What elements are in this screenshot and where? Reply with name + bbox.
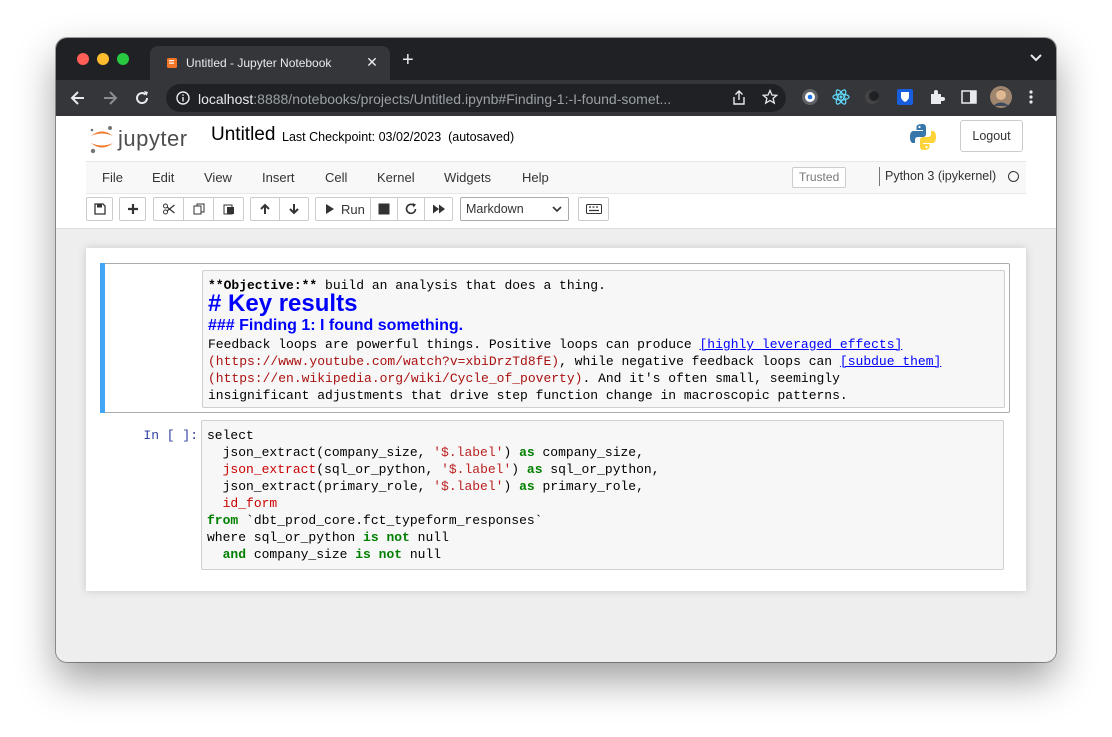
command-palette-button[interactable]: [578, 197, 609, 221]
run-icon: [326, 204, 334, 214]
tab-strip: Untitled - Jupyter Notebook ✕ +: [56, 38, 1056, 80]
browser-window: Untitled - Jupyter Notebook ✕ + localhos…: [56, 38, 1056, 662]
copy-button[interactable]: [183, 197, 214, 221]
extensions-puzzle-icon[interactable]: [928, 88, 946, 106]
cut-icon: [162, 203, 175, 215]
fast-forward-icon: [432, 204, 445, 214]
move-down-button[interactable]: [279, 197, 309, 221]
paste-button[interactable]: [213, 197, 244, 221]
jupyter-logo[interactable]: jupyter: [88, 122, 198, 156]
browser-menu-icon[interactable]: [1028, 88, 1034, 106]
paste-icon: [223, 204, 234, 215]
code-line: json_extract(company_size, '$.label') as…: [207, 445, 644, 460]
restart-icon: [405, 203, 417, 215]
bitwarden-icon[interactable]: [896, 88, 914, 106]
markdown-line-p3: (https://en.wikipedia.org/wiki/Cycle_of_…: [208, 371, 840, 386]
profile-avatar[interactable]: [990, 86, 1012, 108]
selected-cell-indicator: [100, 263, 105, 413]
menu-kernel[interactable]: Kernel: [377, 170, 415, 185]
run-label: Run: [341, 202, 365, 217]
markdown-heading-3: ### Finding 1: I found something.: [208, 317, 464, 334]
move-up-icon: [260, 203, 270, 214]
kernel-name[interactable]: Python 3 (ipykernel): [879, 167, 996, 186]
menu-help[interactable]: Help: [522, 170, 549, 185]
book-icon: [167, 58, 177, 68]
stop-icon: [378, 203, 390, 215]
cell-type-select[interactable]: Markdown: [460, 197, 569, 221]
notebook-name[interactable]: Untitled: [211, 124, 275, 146]
add-cell-icon: [127, 204, 138, 214]
url-text: localhost:8888/notebooks/projects/Untitl…: [198, 91, 672, 107]
code-line: id_form: [222, 496, 278, 511]
close-icon[interactable]: ✕: [364, 54, 380, 71]
zoom-window-button[interactable]: [117, 53, 129, 65]
menu-bar: File Edit View Insert Cell Kernel Widget…: [86, 161, 1026, 194]
menu-cell[interactable]: Cell: [325, 170, 347, 185]
react-devtools-icon[interactable]: [832, 88, 850, 106]
code-line: from `dbt_prod_core.fct_typeform_respons…: [207, 513, 543, 528]
share-icon[interactable]: [732, 90, 746, 106]
markdown-line-p4: insignificant adjustments that drive ste…: [208, 388, 848, 403]
checkpoint-status: Last Checkpoint: 03/02/2023 (autosaved): [282, 130, 515, 144]
jupyter-header: jupyter Untitled Last Checkpoint: 03/02/…: [56, 116, 1056, 229]
save-button[interactable]: [86, 197, 113, 221]
code-line: and company_size is not null: [222, 547, 442, 562]
logo-text: jupyter: [118, 126, 188, 151]
kernel-status-indicator: [1008, 171, 1019, 182]
move-down-icon: [289, 204, 299, 215]
minimize-window-button[interactable]: [97, 53, 109, 65]
run-button[interactable]: Run: [315, 197, 371, 221]
address-bar[interactable]: localhost:8888/notebooks/projects/Untitl…: [166, 84, 786, 112]
menu-insert[interactable]: Insert: [262, 170, 295, 185]
interrupt-button[interactable]: [370, 197, 398, 221]
star-icon[interactable]: [762, 89, 778, 105]
code-line: select: [207, 428, 254, 443]
code-cell-editor[interactable]: select json_extract(company_size, '$.lab…: [201, 420, 1004, 570]
code-line: json_extract(sql_or_python, '$.label') a…: [222, 462, 660, 477]
notebook-toolbar: Run Markdown: [86, 197, 1026, 225]
markdown-editor[interactable]: **Objective:** build an analysis that do…: [202, 270, 1005, 408]
move-up-button[interactable]: [250, 197, 280, 221]
markdown-cell[interactable]: **Objective:** build an analysis that do…: [100, 263, 1010, 413]
side-panel-icon[interactable]: [960, 88, 978, 106]
cut-button[interactable]: [153, 197, 184, 221]
menu-file[interactable]: File: [102, 170, 123, 185]
markdown-line-p1: Feedback loops are powerful things. Posi…: [208, 337, 903, 352]
password-extension-icon[interactable]: [801, 88, 819, 106]
reload-icon[interactable]: [132, 88, 152, 108]
restart-run-all-button[interactable]: [424, 197, 453, 221]
info-icon[interactable]: [176, 91, 190, 105]
logout-button[interactable]: Logout: [960, 120, 1023, 152]
menu-edit[interactable]: Edit: [152, 170, 174, 185]
markdown-link-1[interactable]: [highly leveraged effects]: [699, 337, 902, 352]
restart-button[interactable]: [397, 197, 425, 221]
notebook-page: **Objective:** build an analysis that do…: [86, 248, 1026, 591]
code-line: where sql_or_python is not null: [207, 530, 449, 545]
save-icon: [93, 203, 106, 215]
dark-reader-icon[interactable]: [863, 88, 881, 106]
browser-tab[interactable]: Untitled - Jupyter Notebook ✕: [150, 46, 390, 80]
plus-icon[interactable]: +: [402, 50, 414, 70]
copy-icon: [193, 203, 204, 215]
chevron-down-icon[interactable]: [1030, 53, 1042, 63]
chevron-down-icon: [552, 206, 562, 213]
notebook-area: **Objective:** build an analysis that do…: [56, 229, 1056, 662]
menu-view[interactable]: View: [204, 170, 232, 185]
keyboard-icon: [585, 204, 602, 214]
markdown-link-2[interactable]: [subdue them]: [840, 354, 941, 369]
back-arrow-icon[interactable]: [68, 88, 88, 108]
code-cell-prompt: In [ ]:: [143, 428, 198, 443]
browser-toolbar: localhost:8888/notebooks/projects/Untitl…: [56, 80, 1056, 116]
close-window-button[interactable]: [77, 53, 89, 65]
forward-arrow-icon[interactable]: [100, 88, 120, 108]
insert-cell-button[interactable]: [119, 197, 146, 221]
python-logo: [910, 124, 936, 150]
tab-title: Untitled - Jupyter Notebook: [186, 56, 332, 70]
code-line: json_extract(primary_role, '$.label') as…: [207, 479, 644, 494]
markdown-line-p2: (https://www.youtube.com/watch?v=xbiDrzT…: [208, 354, 942, 369]
trusted-indicator[interactable]: Trusted: [792, 167, 847, 188]
jupyter-logo-mark: [90, 126, 113, 154]
menu-widgets[interactable]: Widgets: [444, 170, 491, 185]
markdown-heading-1: # Key results: [208, 290, 358, 317]
